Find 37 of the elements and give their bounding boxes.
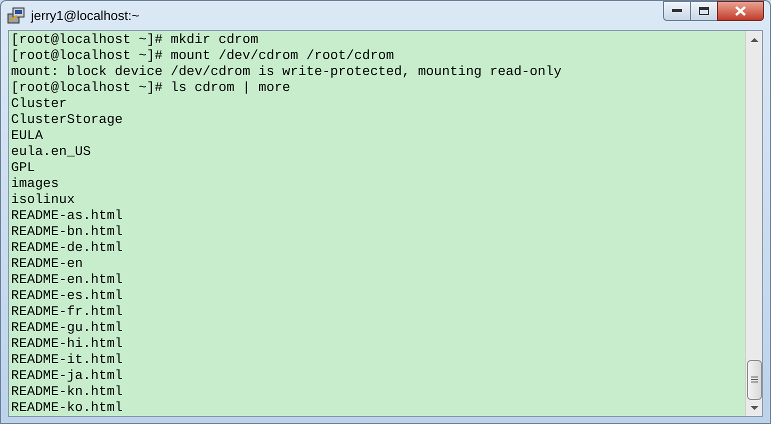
terminal-line: ClusterStorage: [11, 112, 124, 128]
scrollbar-thumb[interactable]: [746, 360, 762, 400]
terminal-line: Cluster: [11, 96, 68, 112]
terminal-line: README-ja.html: [11, 368, 124, 384]
scrollbar[interactable]: [745, 31, 762, 416]
scroll-up-icon[interactable]: [750, 37, 758, 43]
window-title: jerry1@localhost:~: [31, 6, 140, 25]
terminal-line: README-hi.html: [11, 336, 124, 352]
close-icon: [735, 6, 746, 16]
maximize-icon: [699, 7, 709, 15]
terminal-icon: [7, 6, 25, 24]
terminal-line: README-as.html: [11, 208, 124, 224]
terminal-line: GPL: [11, 160, 36, 176]
terminal-line: [root@localhost ~]# mount /dev/cdrom /root/cdrom: [11, 48, 396, 64]
terminal-line: isolinux: [11, 192, 76, 208]
terminal-line: README-fr.html: [11, 304, 124, 320]
terminal-line: README-ko.html: [11, 400, 124, 416]
terminal-line: README-en: [11, 256, 84, 272]
terminal-line: mount: block device /dev/cdrom is write-protected, mounting read-only: [11, 64, 563, 80]
terminal-line: [root@localhost ~]# mkdir cdrom: [11, 32, 260, 48]
terminal-line: EULA: [11, 128, 44, 144]
minimize-icon: [672, 9, 682, 13]
terminal-line: README-gu.html: [11, 320, 124, 336]
maximize-button[interactable]: [691, 1, 717, 21]
terminal-line: eula.en_US: [11, 144, 92, 160]
terminal-line: README-de.html: [11, 240, 124, 256]
terminal-line: README-kn.html: [11, 384, 124, 400]
minimize-button[interactable]: [663, 1, 691, 21]
terminal-line: README-bn.html: [11, 224, 124, 240]
terminal-line: README-en.html: [11, 272, 124, 288]
terminal-line: README-it.html: [11, 352, 124, 368]
terminal-line: README-es.html: [11, 288, 124, 304]
scroll-down-icon[interactable]: [750, 405, 758, 411]
grip-icon: [750, 376, 758, 384]
close-button[interactable]: [717, 1, 764, 21]
terminal-line: [root@localhost ~]# ls cdrom | more: [11, 80, 292, 96]
terminal-line: images: [11, 176, 60, 192]
